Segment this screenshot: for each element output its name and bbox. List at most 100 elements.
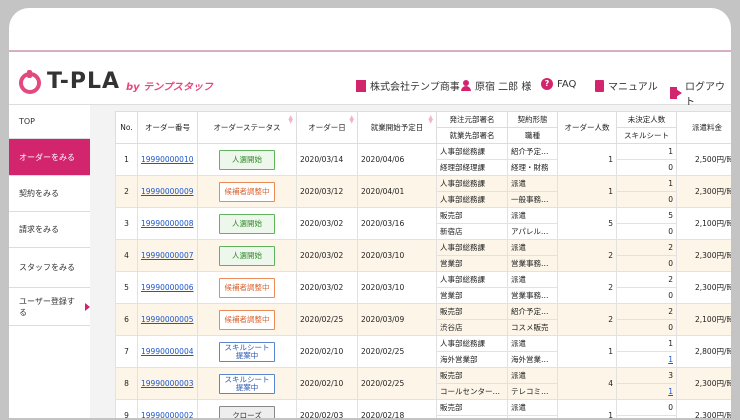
order-count: 4 xyxy=(557,367,617,400)
order-dept: 人事部総務課 xyxy=(436,175,508,192)
sidebar-item-billing[interactable]: 請求をみる xyxy=(9,212,90,248)
dispatch-fee: 2,500円/時 xyxy=(676,143,731,176)
row-no: 8 xyxy=(115,367,138,400)
col-fee: 派遣料金 xyxy=(676,111,731,144)
col-order-date-label: オーダー日 xyxy=(308,123,346,132)
contract-type: 派遣 xyxy=(507,175,558,192)
order-number-link[interactable]: 19990000005 xyxy=(137,303,198,336)
sort-icon[interactable]: ▲ ▼ xyxy=(349,115,354,125)
start-date: 2020/03/09 xyxy=(357,303,437,336)
table-row[interactable]: 5 19990000006 候補者調整中 2020/03/02 2020/03/10 人事… xyxy=(115,271,731,304)
skill-sheet-value: 0 xyxy=(668,259,673,268)
skill-sheet-count: 0 xyxy=(616,255,677,272)
order-number[interactable]: 19990000005 xyxy=(141,315,194,324)
status-cell: クローズ xyxy=(197,399,297,418)
order-number[interactable]: 19990000009 xyxy=(141,187,194,196)
nav-user[interactable]: 原宿 二郎 様 xyxy=(461,78,531,93)
sidebar-item-register-user[interactable]: ユーザー登録する xyxy=(9,288,90,326)
order-number[interactable]: 19990000006 xyxy=(141,283,194,292)
sidebar-item-contracts[interactable]: 契約をみる xyxy=(9,176,90,212)
dispatch-fee: 2,300円/時 xyxy=(676,367,731,400)
skill-sheet-count[interactable]: 1 xyxy=(616,351,677,368)
logo-brand[interactable]: T-PLA xyxy=(47,69,120,94)
sidebar-item-label: 請求をみる xyxy=(19,225,59,234)
sidebar-item-top[interactable]: TOP xyxy=(9,105,90,139)
nav-manual[interactable]: マニュアル xyxy=(595,78,658,93)
dispatch-fee: 2,300円/時 xyxy=(676,271,731,304)
nav-logout[interactable]: ログアウト xyxy=(670,78,731,108)
order-dept: 人事部総務課 xyxy=(436,335,508,352)
job-type: アパレル… xyxy=(507,223,558,240)
skill-sheet-value[interactable]: 1 xyxy=(668,355,673,364)
undecided-count: 2 xyxy=(616,239,677,256)
start-date: 2020/04/06 xyxy=(357,143,437,176)
table-row[interactable]: 6 19990000005 候補者調整中 2020/02/25 2020/03/09 販売… xyxy=(115,303,731,336)
order-number-link[interactable]: 19990000008 xyxy=(137,207,198,240)
col-order-no[interactable]: オーダー番号 xyxy=(137,111,198,144)
job-type: テレコミ… xyxy=(507,383,558,400)
order-table-wrap: No. オーダー番号 オーダーステータス ▲ ▼ オーダー日 ▲ ▼ 就業開始予定日 ▲ ▼… xyxy=(115,111,731,418)
order-date: 2020/02/25 xyxy=(296,303,358,336)
job-type: コスメ販売 xyxy=(507,319,558,336)
contract-type: 派遣 xyxy=(507,399,558,416)
logo-icon[interactable] xyxy=(19,70,41,94)
col-start-date-label: 就業開始予定日 xyxy=(370,123,424,132)
skill-sheet-value[interactable]: 1 xyxy=(668,387,673,396)
status-badge: 人選開始 xyxy=(219,245,275,266)
order-number-link[interactable]: 19990000009 xyxy=(137,175,198,208)
nav-logout-label: ログアウト xyxy=(685,82,726,108)
order-number[interactable]: 19990000010 xyxy=(141,155,194,164)
status-cell: 候補者調整中 xyxy=(197,271,297,304)
sidebar-item-staff[interactable]: スタッフをみる xyxy=(9,248,90,288)
order-number-link[interactable]: 19990000010 xyxy=(137,143,198,176)
skill-sheet-count: 0 xyxy=(616,319,677,336)
order-number-link[interactable]: 19990000007 xyxy=(137,239,198,272)
main-content: No. オーダー番号 オーダーステータス ▲ ▼ オーダー日 ▲ ▼ 就業開始予定日 ▲ ▼… xyxy=(90,105,731,418)
sidebar-item-orders[interactable]: オーダーをみる xyxy=(9,139,90,176)
job-type: 営業事務… xyxy=(507,255,558,272)
order-count: 1 xyxy=(557,143,617,176)
work-dept: 人事部総務課 xyxy=(436,191,508,208)
job-type: 営業事務… xyxy=(507,287,558,304)
order-number[interactable]: 19990000002 xyxy=(141,411,194,418)
skill-sheet-count[interactable]: 1 xyxy=(616,383,677,400)
dispatch-fee: 2,300円/時 xyxy=(676,239,731,272)
sort-icon[interactable]: ▲ ▼ xyxy=(288,115,293,125)
start-date: 2020/03/16 xyxy=(357,207,437,240)
skill-sheet-count: 0 xyxy=(616,159,677,176)
order-number[interactable]: 19990000007 xyxy=(141,251,194,260)
order-number-link[interactable]: 19990000004 xyxy=(137,335,198,368)
order-number-link[interactable]: 19990000002 xyxy=(137,399,198,418)
col-order-date[interactable]: オーダー日 ▲ ▼ xyxy=(296,111,358,144)
table-row[interactable]: 1 19990000010 人選開始 2020/03/14 2020/04/06 人事部総… xyxy=(115,143,731,176)
table-row[interactable]: 3 19990000008 人選開始 2020/03/02 2020/03/16 販売部派… xyxy=(115,207,731,240)
work-dept: コールセンター… xyxy=(436,415,508,418)
col-no: No. xyxy=(115,111,138,144)
sort-icon[interactable]: ▲ ▼ xyxy=(428,115,433,125)
order-number[interactable]: 19990000008 xyxy=(141,219,194,228)
nav-company[interactable]: 株式会社テンプ商事 xyxy=(356,78,460,93)
skill-sheet-value: 0 xyxy=(668,323,673,332)
table-row[interactable]: 7 19990000004 スキルシート 提案中 2020/02/10 2020/02/2… xyxy=(115,335,731,368)
job-type: 海外営業… xyxy=(507,351,558,368)
order-number-link[interactable]: 19990000006 xyxy=(137,271,198,304)
table-row[interactable]: 9 19990000002 クローズ 2020/02/03 2020/02/18 販売部派… xyxy=(115,399,731,418)
col-start-date[interactable]: 就業開始予定日 ▲ ▼ xyxy=(357,111,437,144)
work-dept: 営業部 xyxy=(436,287,508,304)
col-status[interactable]: オーダーステータス ▲ ▼ xyxy=(197,111,297,144)
table-row[interactable]: 2 19990000009 候補者調整中 2020/03/12 2020/04/01 人事… xyxy=(115,175,731,208)
order-number[interactable]: 19990000003 xyxy=(141,379,194,388)
table-row[interactable]: 8 19990000003 スキルシート 提案中 2020/02/10 2020/02/2… xyxy=(115,367,731,400)
contract-type: 紹介予定… xyxy=(507,303,558,320)
col-status-label: オーダーステータス xyxy=(213,123,281,132)
order-number-link[interactable]: 19990000003 xyxy=(137,367,198,400)
status-badge: クローズ xyxy=(219,405,275,418)
question-icon: ? xyxy=(541,78,553,90)
order-date: 2020/03/12 xyxy=(296,175,358,208)
order-number[interactable]: 19990000004 xyxy=(141,347,194,356)
table-row[interactable]: 4 19990000007 人選開始 2020/03/02 2020/03/10 人事部総… xyxy=(115,239,731,272)
nav-faq[interactable]: ? FAQ xyxy=(541,78,576,90)
order-dept: 販売部 xyxy=(436,303,508,320)
status-cell: 人選開始 xyxy=(197,239,297,272)
start-date: 2020/04/01 xyxy=(357,175,437,208)
